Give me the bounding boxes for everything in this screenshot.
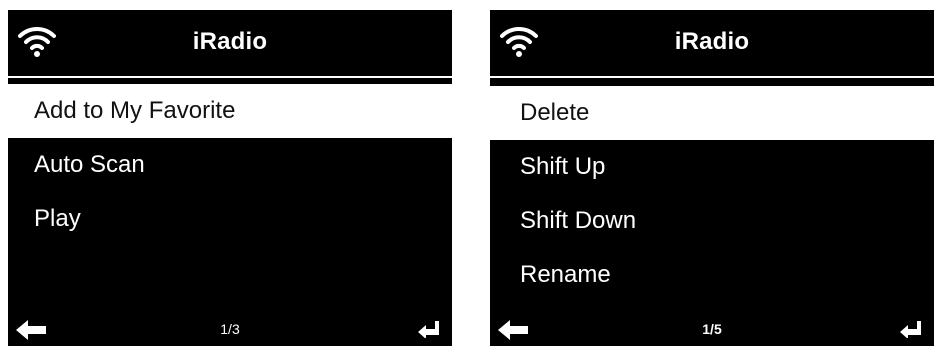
menu-item-add-to-my-favorite[interactable]: Add to My Favorite <box>8 84 452 138</box>
radio-screen-left: iRadio Add to My Favorite Auto Scan Play… <box>8 0 452 346</box>
enter-icon[interactable] <box>900 320 922 338</box>
enter-icon[interactable] <box>418 320 440 338</box>
menu-item-shift-down[interactable]: Shift Down <box>490 194 934 248</box>
menu-item-rename[interactable]: Rename <box>490 248 934 302</box>
menu-item-play[interactable]: Play <box>8 192 452 246</box>
page-indicator: 1/3 <box>220 321 240 337</box>
menu-item-delete[interactable]: Delete <box>490 86 934 140</box>
screen-title: iRadio <box>674 28 750 55</box>
menu-item-shift-up[interactable]: Shift Up <box>490 140 934 194</box>
radio-screen-right: iRadio Delete Shift Up Shift Down Rename… <box>490 0 934 346</box>
title-bar: iRadio <box>490 10 934 76</box>
screen-title: iRadio <box>192 28 268 55</box>
menu-list: Add to My Favorite Auto Scan Play 1/3 <box>8 78 452 346</box>
menu-item-auto-scan[interactable]: Auto Scan <box>8 138 452 192</box>
menu-list: Delete Shift Up Shift Down Rename 1/5 <box>490 78 934 346</box>
footer-bar: 1/3 <box>8 308 452 346</box>
page-indicator: 1/5 <box>702 321 722 337</box>
footer-bar: 1/5 <box>490 308 934 346</box>
title-bar: iRadio <box>8 10 452 76</box>
